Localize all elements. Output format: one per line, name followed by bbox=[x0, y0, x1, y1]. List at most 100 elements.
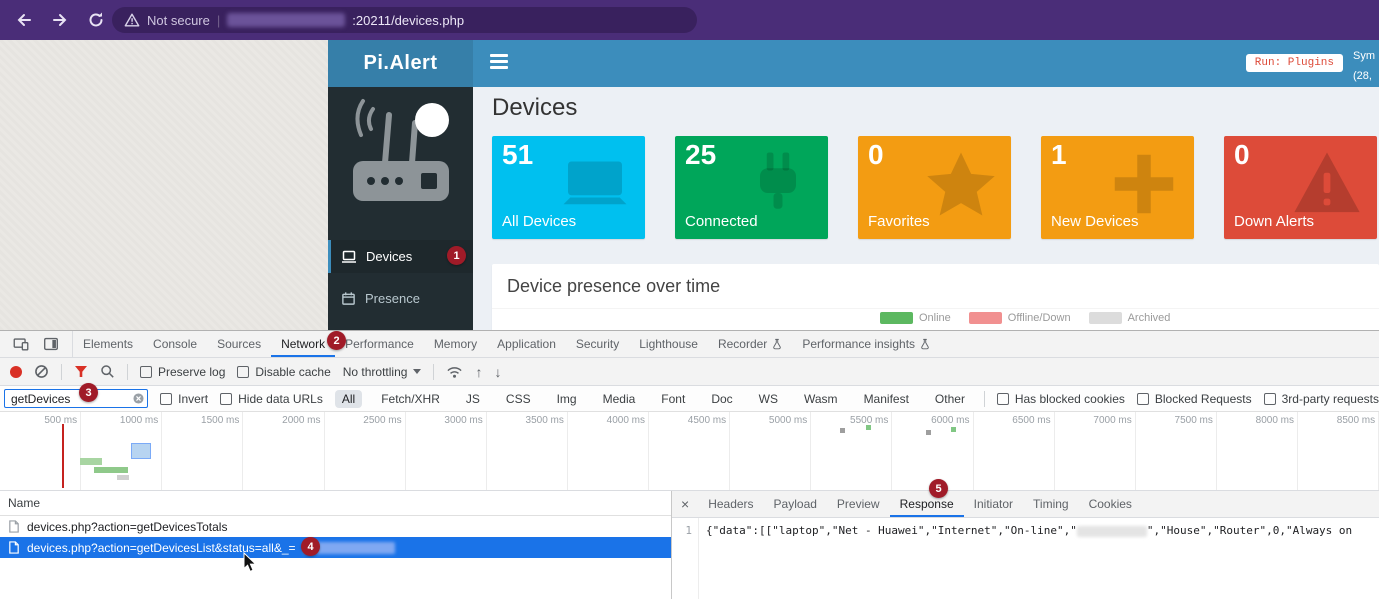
plug-icon bbox=[742, 148, 814, 220]
disable-cache-option: Disable cache bbox=[237, 365, 330, 379]
address-bar[interactable]: Not secure | :20211/devices.php bbox=[112, 7, 697, 33]
tab-application[interactable]: Application bbox=[487, 331, 566, 357]
stat-card-connected[interactable]: 25 Connected bbox=[675, 136, 828, 239]
tab-performance[interactable]: Performance bbox=[335, 331, 424, 357]
timeline-cell: 2000 ms bbox=[243, 412, 324, 490]
reload-button[interactable] bbox=[84, 8, 108, 32]
filter-type-manifest[interactable]: Manifest bbox=[857, 390, 916, 408]
filter-type-media[interactable]: Media bbox=[596, 390, 643, 408]
timeline-tick: 4000 ms bbox=[607, 415, 645, 426]
response-viewer[interactable]: 1 {"data":[["laptop","Net - Huawei","Int… bbox=[672, 518, 1379, 599]
third-party-checkbox[interactable] bbox=[1264, 393, 1276, 405]
header-corner-text: Sym (28, bbox=[1353, 47, 1379, 87]
request-row-getdeviceslist[interactable]: devices.php?action=getDevicesList&status… bbox=[0, 537, 671, 558]
sidebar-item-presence[interactable]: Presence bbox=[328, 282, 473, 315]
tab-timing[interactable]: Timing bbox=[1023, 491, 1079, 517]
has-blocked-cookies-checkbox[interactable] bbox=[997, 393, 1009, 405]
dock-side-icon[interactable] bbox=[42, 335, 60, 353]
tab-memory[interactable]: Memory bbox=[424, 331, 487, 357]
throttling-select[interactable]: No throttling bbox=[343, 365, 422, 379]
forward-button[interactable] bbox=[48, 8, 72, 32]
stat-card-all-devices[interactable]: 51 All Devices bbox=[492, 136, 645, 239]
tab-network[interactable]: Network bbox=[271, 331, 335, 357]
tab-elements[interactable]: Elements bbox=[73, 331, 143, 357]
request-row-getdevicestotals[interactable]: devices.php?action=getDevicesTotals bbox=[0, 516, 671, 537]
legend-item-offline: Offline/Down bbox=[969, 312, 1071, 324]
close-icon: × bbox=[681, 496, 689, 512]
timeline-mark bbox=[94, 467, 128, 473]
laptop-icon bbox=[559, 148, 631, 220]
browser-topbar: Not secure | :20211/devices.php bbox=[0, 0, 1379, 40]
tab-lighthouse[interactable]: Lighthouse bbox=[629, 331, 708, 357]
hide-data-urls-checkbox[interactable] bbox=[220, 393, 232, 405]
stat-card-new-devices[interactable]: 1 New Devices bbox=[1041, 136, 1194, 239]
export-har-icon[interactable]: ↓ bbox=[494, 365, 501, 379]
invert-checkbox[interactable] bbox=[160, 393, 172, 405]
tab-cookies[interactable]: Cookies bbox=[1079, 491, 1142, 517]
search-icon[interactable] bbox=[100, 364, 115, 379]
tab-preview[interactable]: Preview bbox=[827, 491, 890, 517]
filter-type-js[interactable]: JS bbox=[459, 390, 487, 408]
tab-performance-insights[interactable]: Performance insights bbox=[792, 331, 940, 357]
timeline-cell: 4500 ms bbox=[649, 412, 730, 490]
record-button[interactable] bbox=[10, 366, 22, 378]
clear-filter-icon[interactable] bbox=[133, 393, 144, 404]
app-logo[interactable]: Pi.Alert bbox=[328, 40, 473, 87]
tab-payload[interactable]: Payload bbox=[764, 491, 827, 517]
import-har-icon[interactable]: ↑ bbox=[475, 365, 482, 379]
menu-toggle-button[interactable] bbox=[490, 54, 508, 72]
legend-item-online: Online bbox=[880, 312, 951, 324]
tab-recorder[interactable]: Recorder bbox=[708, 331, 792, 357]
filter-type-all[interactable]: All bbox=[335, 390, 362, 408]
tab-response[interactable]: Response bbox=[890, 491, 964, 517]
disable-cache-checkbox[interactable] bbox=[237, 366, 249, 378]
filter-type-ws[interactable]: WS bbox=[752, 390, 785, 408]
has-blocked-cookies-option: Has blocked cookies bbox=[997, 392, 1125, 406]
device-toolbar-icon[interactable] bbox=[12, 335, 30, 353]
filter-type-img[interactable]: Img bbox=[550, 390, 584, 408]
legend-swatch bbox=[880, 312, 913, 324]
detail-tabbar: × Headers Payload Preview Response Initi… bbox=[672, 491, 1379, 518]
reload-icon bbox=[87, 11, 105, 29]
stat-card-down-alerts[interactable]: 0 Down Alerts bbox=[1224, 136, 1377, 239]
back-button[interactable] bbox=[12, 8, 36, 32]
timeline-tick: 500 ms bbox=[44, 415, 77, 426]
throttling-value: No throttling bbox=[343, 365, 408, 379]
filter-type-css[interactable]: CSS bbox=[499, 390, 538, 408]
filter-type-doc[interactable]: Doc bbox=[704, 390, 739, 408]
requests-name-header[interactable]: Name bbox=[0, 491, 671, 516]
legend-swatch bbox=[969, 312, 1002, 324]
timeline-tick: 1500 ms bbox=[201, 415, 239, 426]
response-text-after: ","House","Router",0,"Always on bbox=[1147, 524, 1352, 537]
tab-initiator[interactable]: Initiator bbox=[964, 491, 1023, 517]
tab-security[interactable]: Security bbox=[566, 331, 629, 357]
clear-button[interactable] bbox=[34, 364, 49, 379]
filter-type-fetch-xhr[interactable]: Fetch/XHR bbox=[374, 390, 447, 408]
desktop-area bbox=[0, 40, 328, 330]
stat-card-favorites[interactable]: 0 Favorites bbox=[858, 136, 1011, 239]
screen: Not secure | :20211/devices.php Pi.Alert bbox=[0, 0, 1379, 599]
tab-console[interactable]: Console bbox=[143, 331, 207, 357]
filter-input[interactable]: getDevices bbox=[4, 389, 148, 408]
network-toolbar: Preserve log Disable cache No throttling… bbox=[0, 358, 1379, 386]
blocked-requests-checkbox[interactable] bbox=[1137, 393, 1149, 405]
network-conditions-icon[interactable] bbox=[446, 365, 463, 379]
run-plugins-button[interactable]: Run: Plugins bbox=[1246, 54, 1343, 72]
tab-sources[interactable]: Sources bbox=[207, 331, 271, 357]
close-detail-button[interactable]: × bbox=[672, 491, 698, 517]
filter-type-other[interactable]: Other bbox=[928, 390, 972, 408]
network-body: Name devices.php?action=getDevicesTotals… bbox=[0, 491, 1379, 599]
requests-table: Name devices.php?action=getDevicesTotals… bbox=[0, 491, 672, 599]
step-badge-2: 2 bbox=[327, 331, 346, 350]
filter-funnel-icon[interactable] bbox=[74, 365, 88, 378]
timeline-overview[interactable]: 500 ms 1000 ms 1500 ms 2000 ms 2500 ms 3… bbox=[0, 412, 1379, 491]
redacted-response-value bbox=[1077, 526, 1147, 537]
divider bbox=[61, 364, 62, 380]
stat-value: 51 bbox=[502, 139, 533, 171]
filter-type-font[interactable]: Font bbox=[654, 390, 692, 408]
security-warning-icon bbox=[124, 12, 140, 28]
preserve-log-checkbox[interactable] bbox=[140, 366, 152, 378]
filter-type-wasm[interactable]: Wasm bbox=[797, 390, 845, 408]
tab-headers[interactable]: Headers bbox=[698, 491, 763, 517]
sidebar: Pi.Alert Devices bbox=[328, 40, 473, 330]
